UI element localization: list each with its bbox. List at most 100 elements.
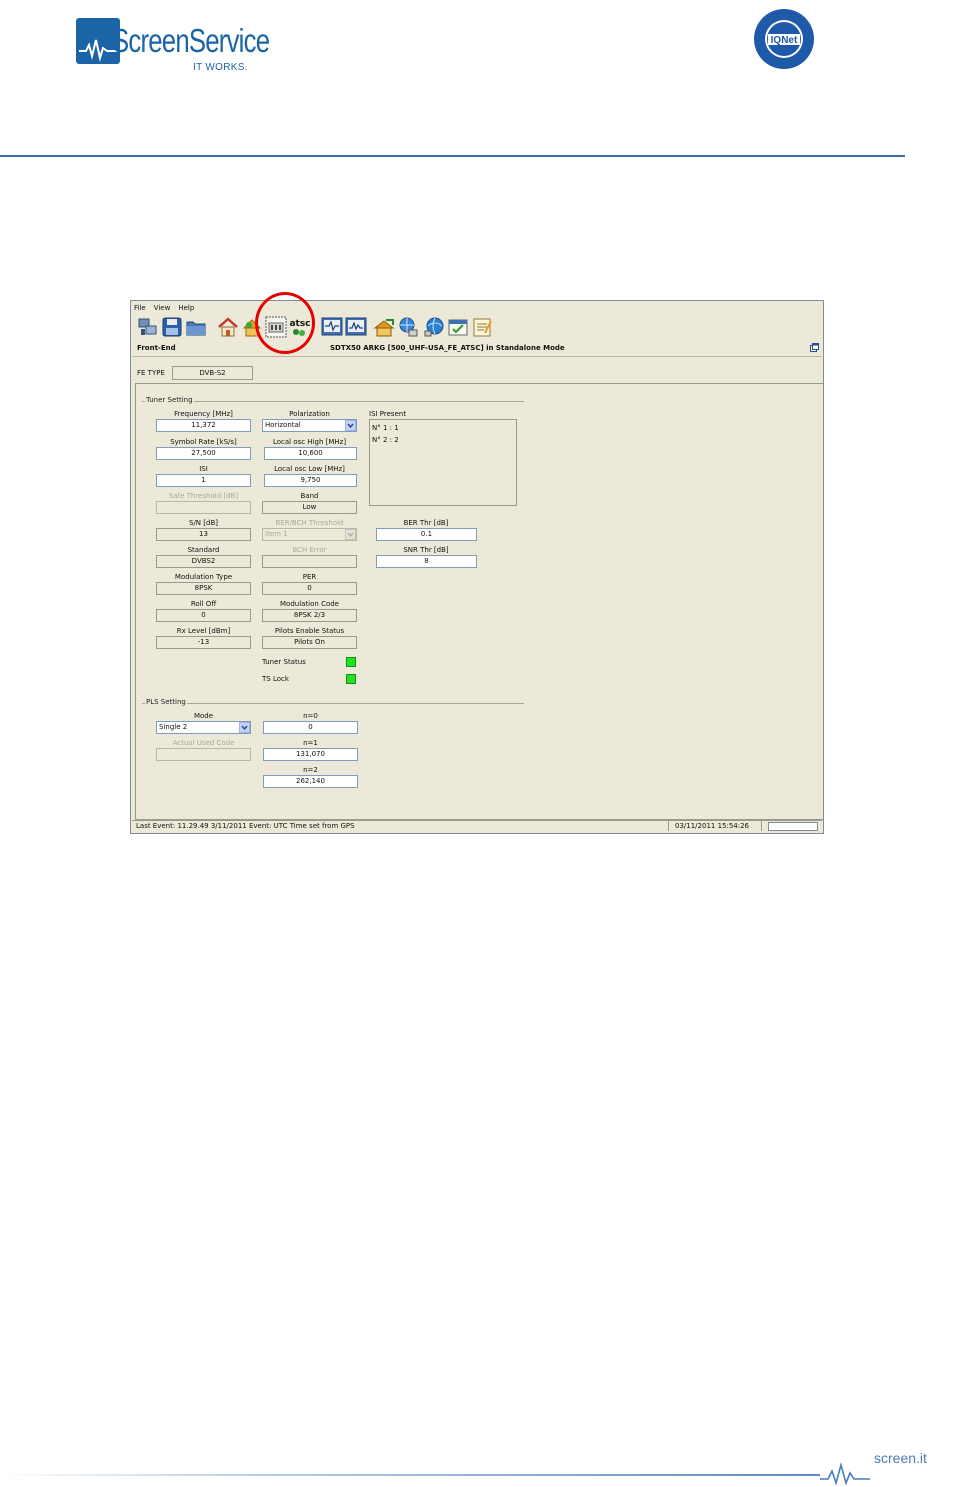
- isi-present-item[interactable]: N° 1 : 1: [372, 422, 514, 434]
- status-bar: Last Event: 11.29.49 3/11/2011 Event: UT…: [132, 820, 822, 832]
- status-progress-bar: [768, 822, 818, 831]
- pilots-status-value: Pilots On: [262, 636, 357, 649]
- tuner-group-title: Tuner Setting: [145, 396, 194, 404]
- logo-name: ScreenService: [112, 22, 270, 59]
- ber-bch-threshold-dropdown-button: [345, 529, 356, 540]
- frequency-label: Frequency [MHz]: [174, 410, 233, 418]
- notes-icon: [473, 318, 492, 337]
- section-label: Front-End: [137, 344, 176, 352]
- lo-low-field[interactable]: 9,750: [264, 474, 357, 487]
- save-icon: [162, 317, 182, 337]
- ber-thr-field[interactable]: 0.1: [376, 528, 477, 541]
- menu-view[interactable]: View: [154, 304, 171, 314]
- snr-thr-field[interactable]: 8: [376, 555, 477, 568]
- monitor-button[interactable]: [321, 316, 343, 338]
- ts-lock-label: TS Lock: [262, 675, 289, 683]
- isi-present-list[interactable]: N° 1 : 1 N° 2 : 2: [369, 419, 517, 506]
- front-end-panel: Tuner Setting Frequency [MHz] 11,372 Sym…: [135, 383, 823, 820]
- ber-bch-threshold-label: BER/BCH Threshold: [275, 519, 344, 527]
- isi-field[interactable]: 1: [156, 474, 251, 487]
- header-rule: [0, 155, 905, 157]
- fe-type-value: DVB-S2: [172, 366, 253, 380]
- frequency-field[interactable]: 11,372: [156, 419, 251, 432]
- highlight-circle: [255, 292, 315, 354]
- pls-n2-field[interactable]: 262,140: [263, 775, 358, 788]
- pilots-status-label: Pilots Enable Status: [274, 627, 345, 635]
- chevron-down-icon: [347, 423, 354, 429]
- isi-present-label: ISI Present: [369, 410, 407, 418]
- home-icon: [218, 317, 238, 337]
- ber-thr-label: BER Thr [dB]: [403, 519, 449, 527]
- isi-label: ISI: [199, 465, 208, 473]
- restore-window-icon[interactable]: [810, 343, 819, 352]
- app-window: File View Help atsc Front-End SDTX50 ARK…: [130, 300, 824, 834]
- notes-button[interactable]: [471, 316, 493, 338]
- band-label: Band: [300, 492, 319, 500]
- actual-code-field: [156, 748, 251, 761]
- toolbar-separator: [132, 356, 822, 357]
- screenservice-logo: ScreenService IT WORKS.: [72, 14, 270, 76]
- network-button[interactable]: [137, 316, 159, 338]
- folder-icon: [186, 321, 206, 336]
- standard-label: Standard: [187, 546, 220, 554]
- ber-bch-threshold-select: Item 1: [262, 528, 357, 541]
- logo-tagline: IT WORKS.: [193, 62, 248, 73]
- footer-rule: [0, 1474, 820, 1476]
- safe-threshold-field: [156, 501, 251, 514]
- waveform-button[interactable]: [345, 316, 367, 338]
- globe-network-button[interactable]: [397, 316, 419, 338]
- bch-error-label: BCH Error: [292, 546, 327, 554]
- band-value: Low: [262, 501, 357, 514]
- rx-level-value: -13: [156, 636, 251, 649]
- menu-help[interactable]: Help: [178, 304, 194, 314]
- modulation-type-label: Modulation Type: [174, 573, 233, 581]
- sn-label: S/N [dB]: [189, 519, 218, 527]
- sn-value: 13: [156, 528, 251, 541]
- network-icon: [138, 318, 157, 335]
- polarization-selected: Horizontal: [265, 421, 301, 429]
- iqnet-certified-seal-icon: IQNet: [754, 9, 814, 69]
- lo-high-field[interactable]: 10,600: [264, 447, 357, 460]
- export-icon: [373, 319, 395, 337]
- pls-n1-field[interactable]: 131,070: [263, 748, 358, 761]
- symbol-rate-label: Symbol Rate [kS/s]: [170, 438, 237, 446]
- globe-button[interactable]: [423, 316, 445, 338]
- menu-file[interactable]: File: [134, 304, 146, 314]
- roll-off-label: Roll Off: [190, 600, 217, 608]
- checklist-button[interactable]: [447, 316, 469, 338]
- standard-value: DVBS2: [156, 555, 251, 568]
- polarization-label: Polarization: [289, 410, 330, 418]
- save-button[interactable]: [161, 316, 183, 338]
- pls-group-title: PLS Setting: [145, 698, 187, 706]
- actual-code-label: Actual Used Code: [172, 739, 235, 747]
- ber-bch-threshold-selected: Item 1: [265, 530, 288, 538]
- home-button[interactable]: [217, 316, 239, 338]
- open-folder-button[interactable]: [185, 316, 207, 338]
- tuner-status-label: Tuner Status: [262, 658, 306, 666]
- tuner-status-led: [346, 657, 356, 667]
- modulation-code-value: 8PSK 2/3: [262, 609, 357, 622]
- export-button[interactable]: [373, 316, 395, 338]
- polarization-select[interactable]: Horizontal: [262, 419, 357, 432]
- pls-mode-select[interactable]: Single 2: [156, 721, 251, 734]
- lo-low-label: Local osc Low [MHz]: [274, 465, 345, 473]
- lo-high-label: Local osc High [MHz]: [272, 438, 347, 446]
- isi-present-item[interactable]: N° 2 : 2: [372, 434, 514, 446]
- pls-n1-label: n=1: [303, 739, 318, 747]
- modulation-code-label: Modulation Code: [280, 600, 339, 608]
- pls-n0-field[interactable]: 0: [263, 721, 358, 734]
- pls-n2-label: n=2: [303, 766, 318, 774]
- last-event-text: Last Event: 11.29.49 3/11/2011 Event: UT…: [136, 822, 355, 830]
- pls-mode-dropdown-button[interactable]: [239, 722, 250, 733]
- polarization-dropdown-button[interactable]: [345, 420, 356, 431]
- waveform-icon: [345, 317, 367, 336]
- per-label: PER: [302, 573, 317, 581]
- chevron-down-icon: [347, 532, 354, 538]
- pls-mode-selected: Single 2: [159, 723, 188, 731]
- menu-bar: File View Help: [134, 304, 194, 314]
- ts-lock-led: [346, 674, 356, 684]
- seal-label: IQNet: [771, 35, 798, 46]
- bch-error-value: [262, 555, 357, 568]
- symbol-rate-field[interactable]: 27,500: [156, 447, 251, 460]
- chevron-down-icon: [241, 725, 248, 731]
